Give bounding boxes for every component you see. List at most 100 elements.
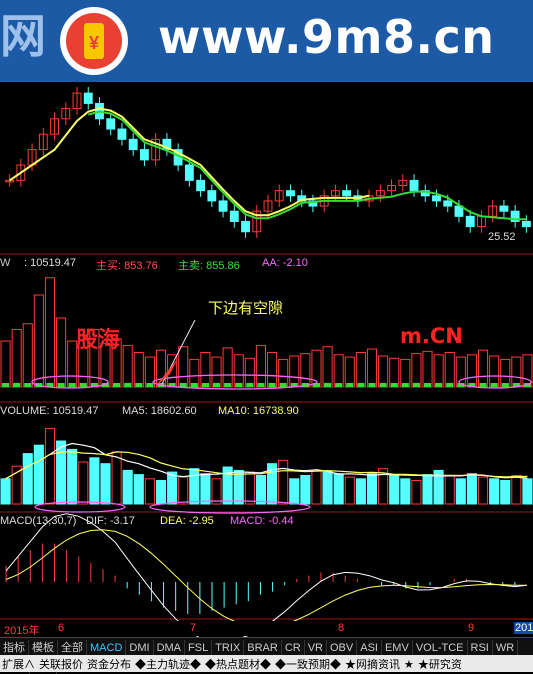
- tab-wr[interactable]: WR: [493, 640, 519, 656]
- vol-green-base: [113, 383, 121, 387]
- candle-body: [409, 179, 419, 192]
- candle-body: [207, 190, 217, 202]
- vol-bar: [0, 340, 11, 388]
- tab-emv[interactable]: EMV: [382, 640, 413, 656]
- bottom-tab-2[interactable]: 资金分布: [85, 657, 133, 674]
- vol-green-base: [401, 383, 409, 387]
- tab-asi[interactable]: ASI: [357, 640, 382, 656]
- volume-bar: [422, 474, 433, 505]
- tab-obv[interactable]: OBV: [327, 640, 358, 656]
- tab-fsl[interactable]: FSL: [185, 640, 213, 656]
- vol-green-base: [146, 383, 154, 387]
- volume-bar: [200, 473, 211, 505]
- date-label-8: 8: [338, 622, 345, 634]
- volume-bar: [167, 471, 178, 505]
- candle-body: [499, 205, 509, 212]
- bottom-tab-7[interactable]: ★: [402, 657, 416, 674]
- bottom-tab-1[interactable]: 关联报价: [37, 657, 85, 674]
- volume-bar: [300, 474, 311, 505]
- volume-bar: [477, 476, 489, 505]
- volume-bar: [44, 427, 56, 505]
- tab-trix[interactable]: TRIX: [212, 640, 245, 656]
- candle-body: [139, 149, 149, 161]
- volume-header: VOLUME: 10519.47: [0, 405, 99, 417]
- volume-bar: [355, 478, 366, 505]
- vol-bar: [133, 352, 144, 388]
- vol-bar: [222, 347, 233, 388]
- tab-模板[interactable]: 模板: [29, 640, 58, 656]
- bottom-tab-3[interactable]: ◆主力轨迹◆: [133, 657, 203, 674]
- candle-body: [342, 190, 352, 197]
- volume-bar: [500, 479, 511, 505]
- volume-bar: [233, 469, 244, 505]
- zhumai-label: 主买: 853.76: [96, 260, 158, 272]
- volume-bar: [511, 474, 522, 505]
- vol-green-base: [124, 383, 132, 387]
- vol-green-base: [368, 383, 376, 387]
- candle-body: [83, 92, 93, 104]
- vol-green-base: [279, 383, 287, 387]
- vol-bar: [255, 345, 267, 388]
- bottom-tab-5[interactable]: ◆一致预期◆: [273, 657, 343, 674]
- vol-bar: [244, 357, 255, 388]
- candle-body: [196, 179, 206, 192]
- stock-chart: [0, 86, 533, 637]
- tab-dmi[interactable]: DMI: [126, 640, 154, 656]
- watermark-overlay-red-2: m.CN: [400, 324, 463, 348]
- vol-green-base: [446, 383, 454, 387]
- tab-vr[interactable]: VR: [305, 640, 327, 656]
- ma5-label: MA5: 18602.60: [122, 405, 197, 417]
- bottom-tab-4[interactable]: ◆热点题材◆: [203, 657, 273, 674]
- tab-指标[interactable]: 指标: [0, 640, 29, 656]
- vol-green-base: [135, 383, 143, 387]
- candle-body: [229, 210, 239, 222]
- volume-bar: [344, 476, 355, 505]
- tab-dma[interactable]: DMA: [154, 640, 186, 656]
- volume-bar: [0, 478, 11, 505]
- volume-bar: [133, 474, 144, 505]
- bottom-tab-6[interactable]: ★网摘资讯: [343, 657, 402, 674]
- candle-body: [286, 190, 295, 197]
- tab-vol-tce[interactable]: VOL-TCE: [413, 640, 468, 656]
- vol-bar: [500, 358, 511, 388]
- aa-label: AA: -2.10: [262, 257, 308, 269]
- vol-bar: [366, 348, 378, 388]
- tab-macd[interactable]: MACD: [87, 640, 127, 656]
- dif-label: DIF: -3.17: [86, 515, 135, 527]
- svg-text:¥: ¥: [89, 33, 99, 53]
- volume-bar: [100, 463, 111, 505]
- vol-bar: [278, 358, 289, 388]
- bottom-tab-8[interactable]: ★研究资: [416, 657, 464, 674]
- ma-green-line: [88, 110, 527, 221]
- tab-rsi[interactable]: RSI: [468, 640, 493, 656]
- vol-bar: [511, 356, 522, 388]
- candle-body: [128, 138, 138, 151]
- volume-bar: [466, 473, 477, 505]
- bottom-tab-0[interactable]: 扩展∧: [0, 657, 37, 674]
- volume-bar: [67, 448, 78, 505]
- ma10-label: MA10: 16738.90: [218, 405, 299, 417]
- tab-brar[interactable]: BRAR: [244, 640, 282, 656]
- tab-全部[interactable]: 全部: [58, 640, 87, 656]
- date-label-6: 6: [58, 622, 65, 634]
- vol-bar: [333, 354, 344, 388]
- vol-green-base: [257, 383, 265, 387]
- vol-green-base: [13, 383, 21, 387]
- vol-bar: [178, 346, 189, 388]
- tab-cr[interactable]: CR: [282, 640, 305, 656]
- volume-bar: [122, 469, 133, 505]
- indicator-tabs: 指标 模板 全部 MACD DMI DMA FSL TRIX BRAR CR VR OBV ASI EMV…: [0, 637, 533, 674]
- vol-bar: [433, 354, 444, 388]
- annotation-arrowhead: [155, 358, 178, 387]
- vol-bar: [22, 323, 33, 388]
- zhumai2-label: 主卖: 855.86: [178, 260, 240, 272]
- vol-green-base: [435, 383, 443, 387]
- volume-bar: [33, 444, 44, 505]
- vol-green-base: [212, 383, 221, 387]
- last-price-label: 25.52: [488, 231, 516, 243]
- volume-bar: [278, 459, 289, 505]
- vol-green-base: [2, 383, 10, 387]
- vol-bar: [477, 349, 489, 388]
- vol-green-base: [379, 383, 387, 387]
- date-axis: 2015年 6 7 8 9 201: [0, 621, 533, 637]
